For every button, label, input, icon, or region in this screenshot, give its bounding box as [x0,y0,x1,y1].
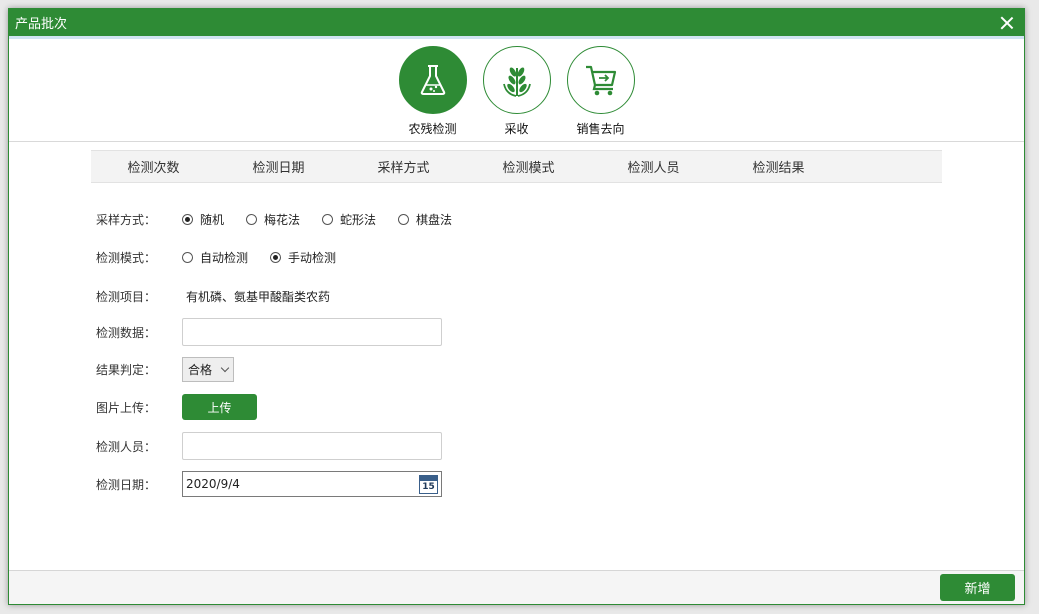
date-input[interactable]: 2020/9/4 15 [182,471,442,497]
date-label: 检测日期： [96,477,157,492]
tab-test-date[interactable]: 检测日期 [216,157,341,176]
calendar-day: 15 [422,481,435,492]
step-label: 农残检测 [408,122,457,136]
radio-mode-manual[interactable]: 手动检测 [270,249,336,266]
date-row: 检测日期： 2020/9/4 15 [96,471,442,497]
step-sales-destination[interactable]: 销售去向 [566,45,636,141]
close-icon[interactable] [998,14,1016,32]
dialog-titlebar: 产品批次 [9,9,1024,39]
shopping-cart-icon [566,46,635,114]
tab-test-result[interactable]: 检测结果 [716,157,841,176]
tester-input[interactable] [182,432,442,460]
item-label: 检测项目： [96,290,157,304]
result-selected-value: 合格 [188,363,213,377]
result-row: 结果判定： 合格 [96,357,234,382]
data-label: 检测数据： [96,325,157,340]
item-row: 检测项目： 有机磷、氨基甲酸酯类农药 [96,288,330,305]
radio-label: 蛇形法 [340,213,377,227]
radio-button[interactable] [182,252,193,263]
result-select[interactable]: 合格 [182,357,234,382]
radio-button[interactable] [182,214,193,225]
tab-tester[interactable]: 检测人员 [591,157,716,176]
sampling-label: 采样方式： [96,213,157,227]
image-label: 图片上传： [96,400,157,415]
step-label: 销售去向 [576,122,625,136]
chevron-down-icon [220,363,230,373]
add-button[interactable]: 新增 [940,574,1015,601]
tab-test-count[interactable]: 检测次数 [91,157,216,176]
radio-mode-auto[interactable]: 自动检测 [182,249,248,266]
radio-button[interactable] [398,214,410,225]
tab-test-mode[interactable]: 检测模式 [466,157,591,176]
mode-row: 检测模式： 自动检测 手动检测 [96,249,358,266]
radio-label: 随机 [200,213,225,227]
radio-sampling-snake[interactable]: 蛇形法 [322,211,376,228]
radio-sampling-random[interactable]: 随机 [182,211,224,228]
product-batch-dialog: 产品批次 农残检测 采收 销售去向 检测次数 检测日期 采样方式 检测模式 检测… [8,8,1025,605]
radio-sampling-checkerboard[interactable]: 棋盘法 [398,211,452,228]
item-value: 有机磷、氨基甲酸酯类农药 [186,290,331,304]
radio-label: 手动检测 [288,251,337,265]
calendar-icon[interactable]: 15 [419,474,438,494]
person-label: 检测人员： [96,439,157,454]
radio-sampling-plum[interactable]: 梅花法 [246,211,300,228]
dialog-title: 产品批次 [15,17,68,32]
step-label: 采收 [504,122,529,136]
image-row: 图片上传： 上传 [96,394,257,420]
step-harvest[interactable]: 采收 [482,45,552,141]
step-nav: 农残检测 采收 销售去向 [9,45,1024,142]
radio-button[interactable] [322,214,334,225]
date-value: 2020/9/4 [186,477,240,491]
dialog-footer: 新增 [9,570,1024,604]
mode-label: 检测模式： [96,251,157,265]
record-tabs: 检测次数 检测日期 采样方式 检测模式 检测人员 检测结果 [91,150,942,183]
radio-label: 梅花法 [264,213,301,227]
upload-button[interactable]: 上传 [182,394,257,420]
radio-label: 棋盘法 [416,213,453,227]
flask-icon [398,46,467,114]
sampling-row: 采样方式： 随机 梅花法 蛇形法 棋盘法 [96,211,474,228]
person-row: 检测人员： [96,432,442,460]
wheat-icon [482,46,551,114]
radio-label: 自动检测 [200,251,249,265]
radio-button[interactable] [246,214,258,225]
test-data-input[interactable] [182,318,442,346]
tab-sampling-method[interactable]: 采样方式 [341,157,466,176]
result-label: 结果判定： [96,363,157,377]
radio-button[interactable] [270,252,282,263]
step-pesticide-test[interactable]: 农残检测 [398,45,468,141]
data-row: 检测数据： [96,318,442,346]
